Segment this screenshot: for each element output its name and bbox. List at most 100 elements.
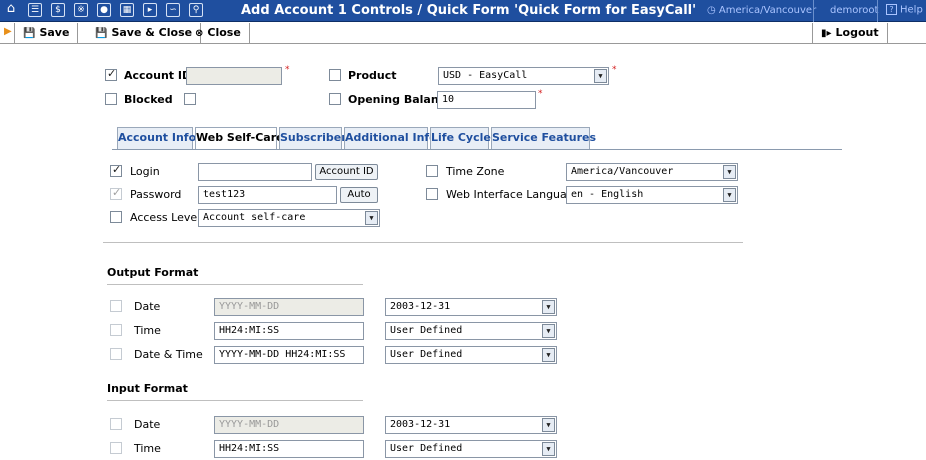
help-link[interactable]: ? Help <box>886 4 923 16</box>
current-user[interactable]: demoroot <box>830 5 878 16</box>
statistics-icon[interactable]: ∽ <box>166 3 180 17</box>
login-checkbox[interactable] <box>110 163 122 177</box>
opening-balance-checkbox[interactable] <box>329 93 341 105</box>
account-id-button[interactable]: Account ID <box>315 164 378 180</box>
password-checkbox[interactable] <box>110 186 122 200</box>
heading-underline <box>107 400 363 401</box>
dollar-icon[interactable]: $ <box>51 3 65 17</box>
account-id-input[interactable] <box>186 67 282 85</box>
required-marker: * <box>285 65 290 75</box>
search-icon[interactable]: ⚲ <box>189 3 203 17</box>
product-checkbox[interactable] <box>329 69 341 81</box>
logout-icon: ▮▸ <box>821 28 832 39</box>
clock-icon: ◷ <box>707 5 719 16</box>
output-datetime-label: Date & Time <box>134 348 203 361</box>
output-time-select[interactable]: User Defined ▼ <box>385 322 557 340</box>
output-time-label: Time <box>134 324 161 337</box>
required-marker: * <box>538 89 543 99</box>
blocked-label: Blocked <box>124 93 173 106</box>
login-label: Login <box>130 165 160 178</box>
access-level-label: Access Level <box>130 211 201 224</box>
home-icon[interactable]: ⌂ <box>4 2 18 17</box>
forward-icon[interactable]: ▸ <box>143 3 157 17</box>
auto-button[interactable]: Auto <box>340 187 378 203</box>
chevron-down-icon: ▼ <box>723 165 736 179</box>
input-date-checkbox[interactable] <box>110 418 122 430</box>
time-zone-label: Time Zone <box>446 165 505 178</box>
access-level-select[interactable]: Account self-care ▼ <box>198 209 380 227</box>
chevron-down-icon: ▼ <box>542 442 555 456</box>
web-language-checkbox[interactable] <box>426 188 438 200</box>
required-marker: * <box>612 65 617 75</box>
logout-button[interactable]: ▮▸ Logout <box>812 23 888 43</box>
save-close-button[interactable]: 💾 Save & Close <box>87 23 202 43</box>
output-datetime-select[interactable]: User Defined ▼ <box>385 346 557 364</box>
chevron-down-icon: ▼ <box>542 418 555 432</box>
web-language-select[interactable]: en - English ▼ <box>566 186 738 204</box>
page-title: Add Account 1 Controls / Quick Form 'Qui… <box>241 3 697 18</box>
users-icon[interactable]: ※ <box>74 3 88 17</box>
tabs-underline <box>112 149 842 150</box>
close-button[interactable]: ⊗ Close <box>187 23 250 43</box>
output-date-input[interactable]: YYYY-MM-DD <box>214 298 364 316</box>
chevron-down-icon: ▼ <box>542 324 555 338</box>
input-time-select[interactable]: User Defined ▼ <box>385 440 557 458</box>
title-separator <box>877 0 878 22</box>
password-input[interactable]: test123 <box>198 186 337 204</box>
output-datetime-checkbox[interactable] <box>110 348 122 360</box>
tab-subscriber[interactable]: Subscriber <box>279 127 347 149</box>
output-date-select[interactable]: 2003-12-31 ▼ <box>385 298 557 316</box>
disk-icon: 💾 <box>95 28 108 39</box>
customers-icon[interactable]: ▦ <box>120 3 134 17</box>
tab-service-features[interactable]: Service Features <box>491 127 596 149</box>
tab-life-cycle[interactable]: Life Cycle <box>430 127 491 149</box>
chevron-down-icon: ▼ <box>542 348 555 362</box>
output-time-input[interactable]: HH24:MI:SS <box>214 322 364 340</box>
save-button[interactable]: 💾 Save <box>14 23 79 43</box>
title-separator <box>813 0 814 22</box>
blocked-checkbox[interactable] <box>105 93 117 105</box>
output-datetime-input[interactable]: YYYY-MM-DD HH24:MI:SS <box>214 346 364 364</box>
chevron-down-icon: ▼ <box>365 211 378 225</box>
opening-balance-input[interactable]: 10 <box>437 91 536 109</box>
input-time-checkbox[interactable] <box>110 442 122 454</box>
input-format-heading: Input Format <box>107 382 188 395</box>
input-date-input[interactable]: YYYY-MM-DD <box>214 416 364 434</box>
list-icon[interactable]: ☰ <box>28 3 42 17</box>
disk-icon: 💾 <box>23 28 36 39</box>
arrow-icon: ▶ <box>4 26 12 37</box>
help-icon: ? <box>886 4 897 15</box>
product-label: Product <box>348 69 397 82</box>
output-format-heading: Output Format <box>107 266 199 279</box>
timezone-indicator[interactable]: ◷ America/Vancouver <box>707 5 816 16</box>
product-select[interactable]: USD - EasyCall ▼ <box>438 67 609 85</box>
blocked-value-checkbox[interactable] <box>184 93 196 105</box>
password-label: Password <box>130 188 182 201</box>
time-zone-checkbox[interactable] <box>426 165 438 177</box>
chevron-down-icon: ▼ <box>594 69 607 83</box>
close-icon: ⊗ <box>195 28 204 39</box>
output-date-checkbox[interactable] <box>110 300 122 312</box>
tab-web-self-care[interactable]: Web Self-Care <box>195 127 284 150</box>
chevron-down-icon: ▼ <box>542 300 555 314</box>
accounts-icon[interactable]: ● <box>97 3 111 17</box>
section-divider <box>103 242 743 243</box>
account-id-label: Account ID <box>124 69 192 82</box>
output-time-checkbox[interactable] <box>110 324 122 336</box>
input-time-input[interactable]: HH24:MI:SS <box>214 440 364 458</box>
output-date-label: Date <box>134 300 161 313</box>
tab-account-info[interactable]: Account Info <box>117 127 196 149</box>
toolbar: ▶ 💾 Save 💾 Save & Close ⊗ Close ▮▸ Logout <box>0 23 926 44</box>
access-level-checkbox[interactable] <box>110 211 122 223</box>
web-language-label: Web Interface Language <box>446 188 581 201</box>
input-time-label: Time <box>134 442 161 455</box>
login-input[interactable] <box>198 163 312 181</box>
account-id-checkbox[interactable] <box>105 67 117 81</box>
tab-additional-info[interactable]: Additional Info <box>344 127 437 149</box>
chevron-down-icon: ▼ <box>723 188 736 202</box>
input-date-select[interactable]: 2003-12-31 ▼ <box>385 416 557 434</box>
input-date-label: Date <box>134 418 161 431</box>
heading-underline <box>107 284 363 285</box>
time-zone-select[interactable]: America/Vancouver ▼ <box>566 163 738 181</box>
title-bar: ⌂ ☰ $ ※ ● ▦ ▸ ∽ ⚲ Add Account 1 Controls… <box>0 0 926 22</box>
